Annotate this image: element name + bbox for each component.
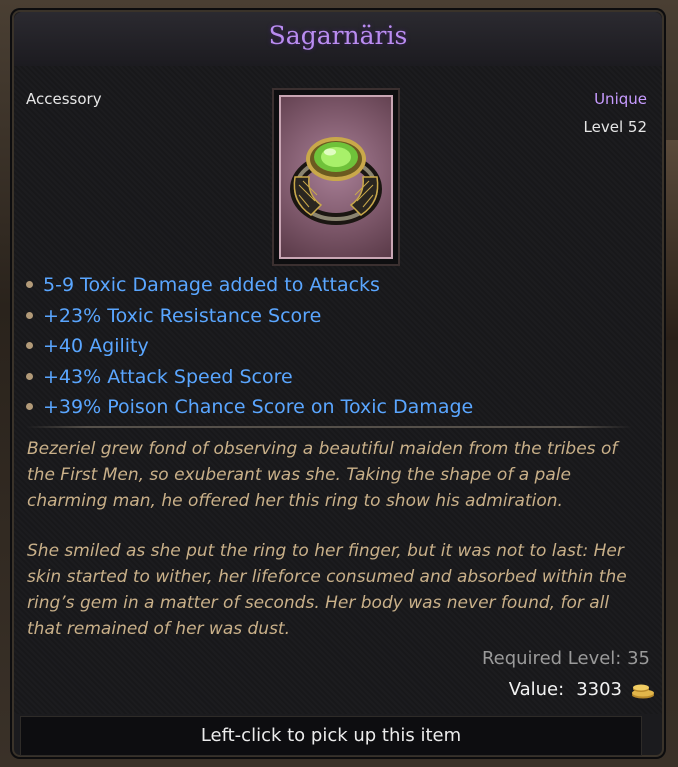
emerald-ring-icon: [290, 137, 382, 225]
item-level-label: Level 52: [583, 118, 647, 136]
value-amount: 3303: [576, 679, 622, 700]
lore-paragraph: Bezeriel grew fond of observing a beauti…: [27, 439, 618, 511]
modifier-text: +23% Toxic Resistance Score: [43, 304, 322, 327]
item-type-label: Accessory: [26, 90, 102, 108]
lore-text: Bezeriel grew fond of observing a beauti…: [27, 437, 637, 668]
rarity-label: Unique: [594, 90, 647, 108]
bullet-icon: [26, 372, 33, 380]
modifier-line: +23% Toxic Resistance Score: [24, 301, 624, 332]
bullet-icon: [26, 403, 33, 410]
bullet-icon: [26, 311, 33, 319]
item-name: Sagarnäris: [268, 21, 408, 50]
modifier-line: 5-9 Toxic Damage added to Attacks: [24, 270, 624, 301]
modifier-text: +39% Poison Chance Score on Toxic Damage: [43, 396, 474, 418]
item-value: Value: 3303: [509, 679, 656, 700]
value-label: Value:: [508, 679, 565, 700]
lore-paragraph: She smiled as she put the ring to her fi…: [27, 541, 627, 639]
modifier-text: +40 Agility: [43, 335, 149, 357]
item-modifiers: 5-9 Toxic Damage added to Attacks +23% T…: [24, 270, 624, 423]
item-icon-frame[interactable]: [272, 88, 400, 266]
section-divider: [26, 426, 632, 428]
item-card-background: [279, 95, 393, 259]
pickup-hint-text: Left-click to pick up this item: [200, 725, 462, 746]
required-level: Required Level: 35: [481, 648, 650, 669]
window-edge-decoration: [666, 140, 678, 340]
gold-coins-icon: [632, 684, 654, 698]
bullet-icon: [26, 281, 33, 288]
modifier-text: +43% Attack Speed Score: [43, 365, 293, 388]
modifier-line: +43% Attack Speed Score: [24, 362, 624, 393]
modifier-line: +39% Poison Chance Score on Toxic Damage: [24, 392, 624, 423]
modifier-text: 5-9 Toxic Damage added to Attacks: [43, 274, 380, 296]
bullet-icon: [26, 342, 33, 349]
modifier-line: +40 Agility: [24, 331, 624, 362]
